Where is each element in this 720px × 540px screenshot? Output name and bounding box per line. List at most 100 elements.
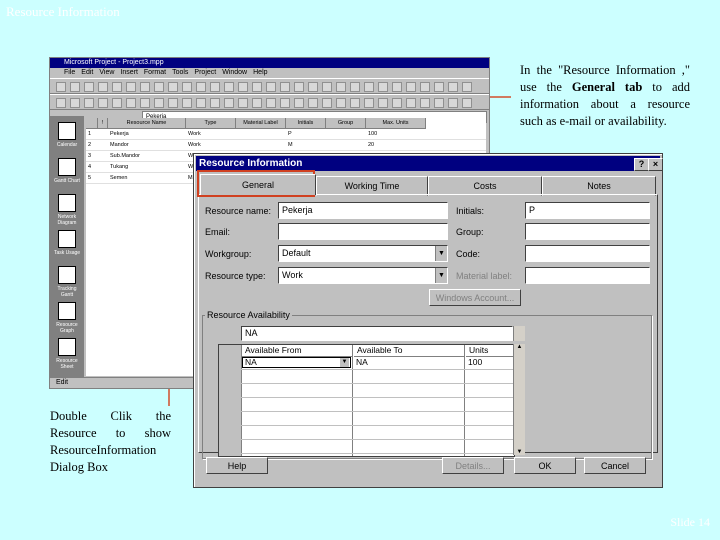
table-row[interactable]	[219, 397, 514, 412]
table-row[interactable]	[219, 383, 514, 398]
windows-account-button[interactable]: Windows Account...	[429, 289, 521, 306]
toolbar-button-icon[interactable]	[140, 98, 150, 108]
table-cell[interactable]: 1	[88, 129, 91, 139]
menu-item-window[interactable]: Window	[222, 69, 247, 76]
workgroup-select[interactable]: Default ▼	[278, 245, 448, 262]
toolbar-button-icon[interactable]	[182, 82, 192, 92]
toolbar-button-icon[interactable]	[210, 82, 220, 92]
table-row[interactable]	[219, 425, 514, 440]
cancel-button[interactable]: Cancel	[584, 457, 646, 474]
toolbar-button-icon[interactable]	[448, 98, 458, 108]
grid-column-header[interactable]: Initials	[286, 118, 326, 129]
toolbar-button-icon[interactable]	[70, 98, 80, 108]
table-cell[interactable]: M	[288, 140, 293, 150]
toolbar-button-icon[interactable]	[350, 82, 360, 92]
toolbar-button-icon[interactable]	[252, 82, 262, 92]
toolbar-button-icon[interactable]	[378, 82, 388, 92]
menu-item-insert[interactable]: Insert	[120, 69, 138, 76]
menu-item-project[interactable]: Project	[194, 69, 216, 76]
toolbar-button-icon[interactable]	[154, 98, 164, 108]
toolbar-button-icon[interactable]	[280, 98, 290, 108]
toolbar-button-icon[interactable]	[126, 98, 136, 108]
toolbar-button-icon[interactable]	[322, 98, 332, 108]
grid-column-header[interactable]: !	[98, 118, 108, 129]
menu-item-view[interactable]: View	[99, 69, 114, 76]
table-row[interactable]	[219, 369, 514, 384]
toolbar-button-icon[interactable]	[462, 82, 472, 92]
table-cell[interactable]: Tukang	[110, 162, 128, 172]
group-field[interactable]	[525, 223, 650, 240]
tab-notes[interactable]: Notes	[542, 176, 656, 196]
scroll-down-icon[interactable]: ▼	[514, 449, 525, 455]
toolbar-button-icon[interactable]	[392, 82, 402, 92]
toolbar-button-icon[interactable]	[182, 98, 192, 108]
close-button[interactable]: ×	[648, 158, 663, 171]
toolbar-button-icon[interactable]	[308, 82, 318, 92]
toolbar-button-icon[interactable]	[168, 82, 178, 92]
toolbar-button-icon[interactable]	[56, 98, 66, 108]
toolbar-button-icon[interactable]	[98, 82, 108, 92]
table-cell[interactable]: 100	[368, 129, 377, 139]
details-button[interactable]: Details...	[442, 457, 504, 474]
table-cell[interactable]: 4	[88, 162, 91, 172]
toolbar-button-icon[interactable]	[210, 98, 220, 108]
table-cell[interactable]: 5	[88, 173, 91, 183]
grid-column-header[interactable]: Resource Name	[108, 118, 186, 129]
available-to-cell[interactable]: NA	[356, 357, 368, 368]
table-row[interactable]: 1 Pekerja Work P 100	[86, 129, 486, 140]
toolbar-button-icon[interactable]	[154, 82, 164, 92]
table-row[interactable]	[219, 411, 514, 426]
toolbar-button-icon[interactable]	[84, 82, 94, 92]
table-cell[interactable]: Mandor	[110, 140, 129, 150]
help-button[interactable]: Help	[206, 457, 268, 474]
tab-working-time[interactable]: Working Time	[316, 176, 428, 196]
table-cell[interactable]: Semen	[110, 173, 127, 183]
table-cell[interactable]: Sub.Mandor	[110, 151, 140, 161]
toolbar-button-icon[interactable]	[70, 82, 80, 92]
grid-column-header[interactable]: Max. Units	[366, 118, 426, 129]
edit-bar-scroll[interactable]	[513, 326, 525, 341]
ok-button[interactable]: OK	[514, 457, 576, 474]
table-cell[interactable]: Work	[188, 140, 201, 150]
toolbar-button-icon[interactable]	[196, 82, 206, 92]
toolbar-button-icon[interactable]	[308, 98, 318, 108]
units-cell[interactable]: 100	[468, 357, 482, 368]
view-calendar[interactable]: Calendar	[53, 122, 81, 148]
toolbar-button-icon[interactable]	[252, 98, 262, 108]
table-row[interactable]	[219, 439, 514, 454]
toolbar-button-icon[interactable]	[224, 98, 234, 108]
view-task-usage[interactable]: Task Usage	[53, 230, 81, 256]
material-label-field[interactable]	[525, 267, 650, 284]
availability-edit-bar[interactable]: NA	[241, 326, 513, 341]
table-cell[interactable]: Pekerja	[110, 129, 129, 139]
table-cell[interactable]: 20	[368, 140, 374, 150]
table-scrollbar[interactable]: ▲ ▼	[513, 344, 525, 455]
toolbar-button-icon[interactable]	[406, 98, 416, 108]
menu-item-format[interactable]: Format	[144, 69, 166, 76]
grid-column-header[interactable]: Material Label	[236, 118, 286, 129]
view-resource-sheet[interactable]: Resource Sheet	[53, 338, 81, 370]
toolbar-button-icon[interactable]	[434, 82, 444, 92]
toolbar-button-icon[interactable]	[420, 82, 430, 92]
toolbar-button-icon[interactable]	[224, 82, 234, 92]
toolbar-button-icon[interactable]	[238, 82, 248, 92]
toolbar-button-icon[interactable]	[84, 98, 94, 108]
toolbar-button-icon[interactable]	[406, 82, 416, 92]
toolbar-button-icon[interactable]	[168, 98, 178, 108]
initials-field[interactable]: P	[525, 202, 650, 219]
toolbar-button-icon[interactable]	[336, 98, 346, 108]
table-row[interactable]: 2 Mandor Work M 20	[86, 140, 486, 151]
toolbar-button-icon[interactable]	[294, 82, 304, 92]
toolbar-button-icon[interactable]	[392, 98, 402, 108]
view-network-diagram[interactable]: Network Diagram	[53, 194, 81, 226]
toolbar-button-icon[interactable]	[322, 82, 332, 92]
toolbar-button-icon[interactable]	[238, 98, 248, 108]
toolbar-button-icon[interactable]	[364, 82, 374, 92]
grid-column-header[interactable]	[86, 118, 98, 129]
resource-name-field[interactable]: Pekerja	[278, 202, 448, 219]
toolbar-button-icon[interactable]	[434, 98, 444, 108]
table-cell[interactable]: 3	[88, 151, 91, 161]
view-tracking-gantt[interactable]: Tracking Gantt	[53, 266, 81, 298]
code-field[interactable]	[525, 245, 650, 262]
toolbar-button-icon[interactable]	[140, 82, 150, 92]
